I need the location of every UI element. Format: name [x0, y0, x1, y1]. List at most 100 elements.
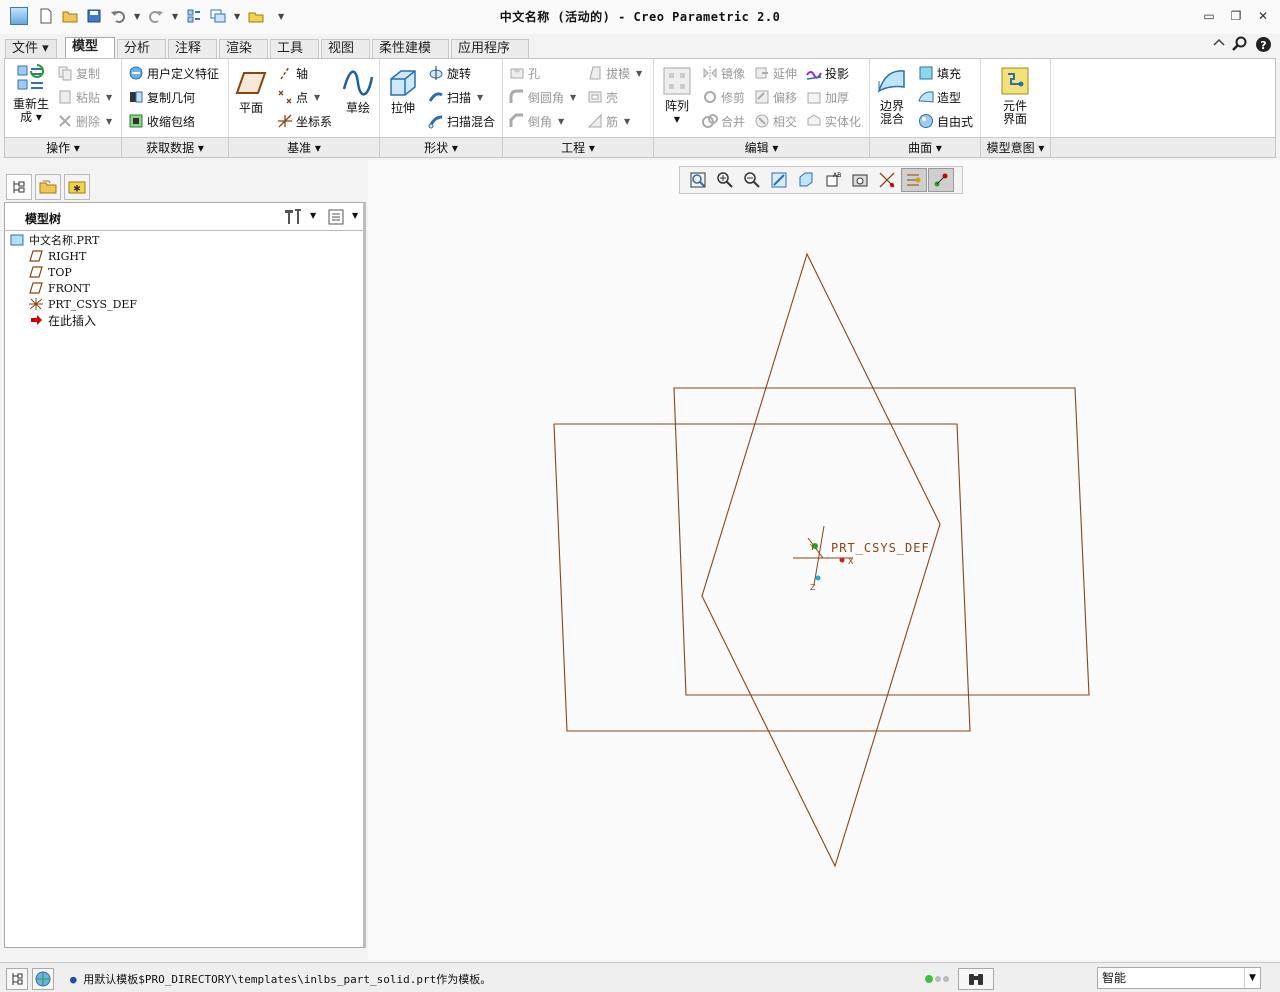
revolve-button[interactable]: 旋转: [428, 62, 471, 84]
rib-dropdown-icon[interactable]: ▼: [624, 117, 630, 126]
point-dropdown-icon[interactable]: ▼: [314, 93, 320, 102]
tab-applications[interactable]: 应用程序: [451, 39, 529, 58]
tree-item-csys[interactable]: PRT_CSYS_DEF: [29, 296, 137, 312]
group-label-shapes[interactable]: 形状 ▾: [380, 137, 503, 157]
shell-button[interactable]: 壳: [587, 86, 618, 108]
tab-tools[interactable]: 工具: [270, 39, 319, 58]
tab-flexible-modeling[interactable]: 柔性建模: [372, 39, 449, 58]
hole-button[interactable]: 孔: [509, 62, 540, 84]
tab-model-tree[interactable]: [6, 174, 32, 200]
trim-button[interactable]: 修剪: [702, 86, 745, 108]
view-manager-icon[interactable]: [847, 168, 873, 192]
show-navigator-icon[interactable]: [6, 968, 28, 990]
search-icon[interactable]: [1232, 36, 1248, 54]
paste-dropdown-icon[interactable]: ▼: [106, 93, 112, 102]
tab-analysis[interactable]: 分析: [117, 39, 166, 58]
group-label-model-intent[interactable]: 模型意图 ▾: [981, 137, 1051, 157]
close-button[interactable]: ✕: [1254, 8, 1272, 24]
spin-center-icon[interactable]: [901, 168, 927, 192]
zoom-out-icon[interactable]: [739, 168, 765, 192]
chamfer-dropdown-icon[interactable]: ▼: [558, 117, 564, 126]
copy-geometry-button[interactable]: 复制几何: [128, 86, 195, 108]
tree-show-dropdown-icon[interactable]: ▼: [352, 211, 358, 220]
udf-button[interactable]: 用户定义特征: [128, 62, 219, 84]
plane-button[interactable]: 平面: [235, 67, 267, 115]
tree-item-part[interactable]: 中文名称.PRT: [10, 232, 99, 248]
shrinkwrap-button[interactable]: 收缩包络: [128, 110, 195, 132]
extend-button[interactable]: 延伸: [754, 62, 797, 84]
draft-dropdown-icon[interactable]: ▼: [636, 69, 642, 78]
group-label-datum[interactable]: 基准 ▾: [229, 137, 380, 157]
round-button[interactable]: 倒圆角 ▼: [509, 86, 576, 108]
tab-annotate[interactable]: 注释: [168, 39, 217, 58]
project-button[interactable]: 投影: [806, 62, 849, 84]
delete-button[interactable]: 删除 ▼: [57, 110, 112, 132]
group-label-editing[interactable]: 编辑 ▾: [654, 137, 870, 157]
merge-button[interactable]: 合并: [702, 110, 745, 132]
freestyle-button[interactable]: 自由式: [918, 110, 973, 132]
axis-button[interactable]: 轴: [277, 62, 308, 84]
graphics-window[interactable]: Y X Z PRT_CSYS_DEF: [368, 160, 1280, 960]
tree-item-top[interactable]: TOP: [29, 264, 72, 280]
paste-button[interactable]: 粘贴 ▼: [57, 86, 112, 108]
find-icon[interactable]: [958, 968, 994, 990]
saved-orientations-icon[interactable]: AB: [820, 168, 846, 192]
tab-view[interactable]: 视图: [321, 39, 370, 58]
restore-button[interactable]: ❐: [1227, 8, 1245, 24]
sweep-button[interactable]: 扫描 ▼: [428, 86, 483, 108]
csys-button[interactable]: 坐标系: [277, 110, 332, 132]
tree-item-front[interactable]: FRONT: [29, 280, 90, 296]
zoom-in-icon[interactable]: [712, 168, 738, 192]
tab-file[interactable]: 文件 ▾: [5, 39, 57, 58]
minimize-button[interactable]: ▭: [1200, 8, 1218, 24]
solidify-button[interactable]: 实体化: [806, 110, 861, 132]
group-label-engineering[interactable]: 工程 ▾: [503, 137, 654, 157]
thicken-button[interactable]: 加厚: [806, 86, 849, 108]
sweep-dropdown-icon[interactable]: ▼: [477, 93, 483, 102]
offset-button[interactable]: 偏移: [754, 86, 797, 108]
tree-show-icon[interactable]: [327, 208, 345, 229]
help-icon[interactable]: ?: [1255, 36, 1272, 54]
group-label-get-data[interactable]: 获取数据 ▾: [122, 137, 229, 157]
tab-model[interactable]: 模型: [65, 37, 115, 59]
group-label-surfaces[interactable]: 曲面 ▾: [870, 137, 981, 157]
selection-filter-select[interactable]: 智能 ▼: [1097, 967, 1261, 989]
tab-folder-browser[interactable]: [35, 174, 61, 200]
extrude-button[interactable]: 拉伸: [386, 67, 420, 115]
datum-plane-front[interactable]: [553, 423, 971, 732]
delete-dropdown-icon[interactable]: ▼: [106, 117, 112, 126]
pattern-button[interactable]: 阵列 ▼: [660, 65, 694, 126]
tab-render[interactable]: 渲染: [219, 39, 268, 58]
show-browser-icon[interactable]: [32, 968, 54, 990]
display-style-icon[interactable]: [793, 168, 819, 192]
component-interface-button[interactable]: 元件 界面: [997, 65, 1033, 126]
pattern-dropdown-icon[interactable]: ▼: [660, 113, 694, 126]
group-label-operations[interactable]: 操作 ▾: [5, 137, 122, 157]
datum-plane-right[interactable]: [701, 252, 941, 868]
swept-blend-button[interactable]: 扫描混合: [428, 110, 495, 132]
datum-display-filters-icon[interactable]: [874, 168, 900, 192]
refit-icon[interactable]: [685, 168, 711, 192]
draft-button[interactable]: 拔模 ▼: [587, 62, 642, 84]
tree-item-insert-here[interactable]: 在此插入: [29, 312, 96, 328]
regeneration-status-icon[interactable]: [924, 973, 952, 987]
regenerate-button[interactable]: 重新生 成 ▾: [9, 63, 53, 124]
boundary-blend-button[interactable]: 边界 混合: [874, 65, 910, 126]
csys-glyph[interactable]: [793, 525, 853, 586]
copy-button[interactable]: 复制: [57, 62, 100, 84]
fill-button[interactable]: 填充: [918, 62, 961, 84]
collapse-ribbon-icon[interactable]: [1212, 36, 1226, 54]
tree-settings-dropdown-icon[interactable]: ▼: [310, 211, 316, 220]
style-button[interactable]: 造型: [918, 86, 961, 108]
mirror-button[interactable]: 镜像: [702, 62, 745, 84]
tree-item-right[interactable]: RIGHT: [29, 248, 86, 264]
chevron-down-icon[interactable]: ▼: [1244, 968, 1260, 988]
tree-settings-icon[interactable]: [283, 208, 303, 229]
chamfer-button[interactable]: 倒角 ▼: [509, 110, 564, 132]
round-dropdown-icon[interactable]: ▼: [570, 93, 576, 102]
sketch-button[interactable]: 草绘: [341, 67, 375, 115]
point-button[interactable]: 点 ▼: [277, 86, 320, 108]
annotation-display-icon[interactable]: [928, 168, 954, 192]
repaint-icon[interactable]: [766, 168, 792, 192]
rib-button[interactable]: 筋 ▼: [587, 110, 630, 132]
